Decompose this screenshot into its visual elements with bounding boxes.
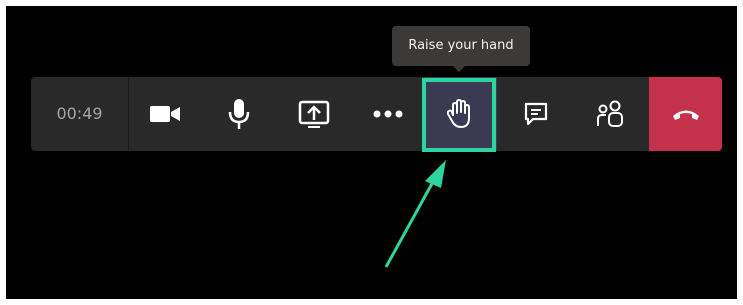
microphone-button[interactable] <box>203 77 275 151</box>
raise-hand-button[interactable] <box>423 77 497 151</box>
share-screen-icon <box>298 100 330 128</box>
hang-up-phone-icon <box>671 107 701 121</box>
tooltip-pointer <box>452 65 466 72</box>
more-actions-button[interactable] <box>352 77 424 151</box>
microphone-icon <box>228 98 250 130</box>
more-actions-icon <box>373 110 403 118</box>
share-screen-button[interactable] <box>278 77 350 151</box>
participants-icon <box>595 100 625 128</box>
call-timer: 00:49 <box>31 77 129 151</box>
raise-hand-icon <box>447 99 473 129</box>
participants-button[interactable] <box>574 77 646 151</box>
camera-button[interactable] <box>129 77 201 151</box>
video-camera-icon <box>149 104 181 124</box>
hang-up-button[interactable] <box>649 77 722 151</box>
chat-button[interactable] <box>500 77 572 151</box>
chat-icon <box>523 101 549 127</box>
call-control-bar: 00:49 <box>31 77 722 151</box>
meeting-stage <box>6 6 737 299</box>
raise-hand-tooltip: Raise your hand <box>392 26 530 66</box>
